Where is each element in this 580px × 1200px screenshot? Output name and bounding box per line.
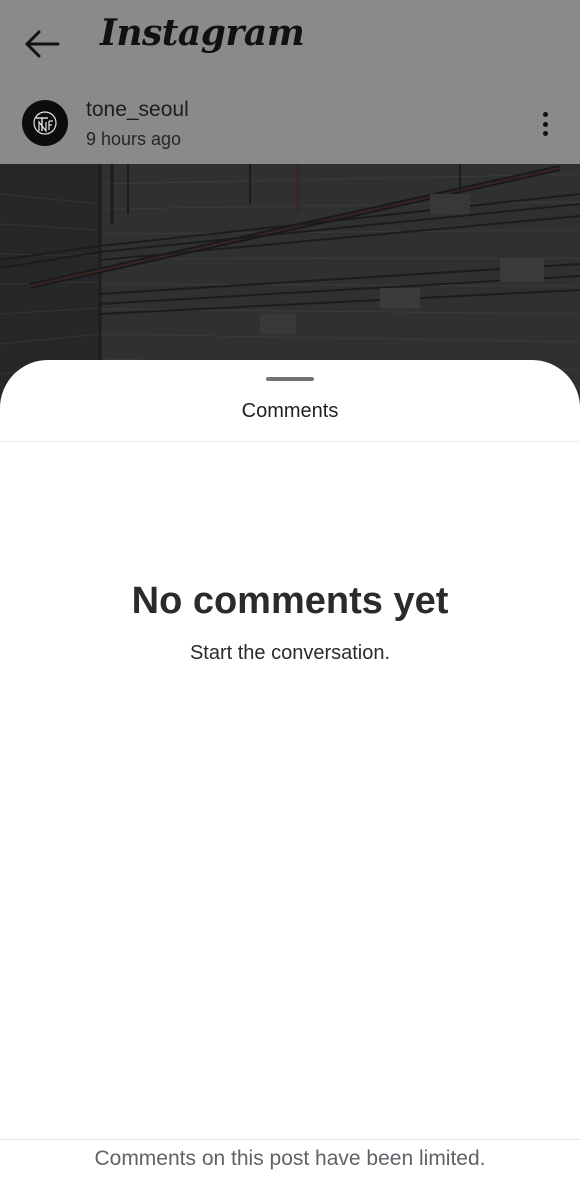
post-header: tone_seoul 9 hours ago bbox=[0, 88, 580, 164]
brand-logo-icon bbox=[33, 111, 57, 135]
empty-state-subtitle: Start the conversation. bbox=[189, 642, 391, 664]
screen: Instagram tone_seoul 9 hours ago Comment… bbox=[0, 0, 580, 1200]
post-username[interactable]: tone_seoul bbox=[86, 98, 189, 122]
back-button[interactable] bbox=[22, 26, 62, 62]
avatar[interactable] bbox=[22, 100, 68, 146]
post-timestamp: 9 hours ago bbox=[86, 129, 182, 149]
drag-handle[interactable] bbox=[266, 377, 314, 381]
comments-limited-notice: Comments on this post have been limited. bbox=[94, 1147, 486, 1170]
divider bbox=[0, 441, 580, 442]
arrow-left-icon bbox=[25, 30, 60, 58]
empty-state-title: No comments yet bbox=[131, 580, 449, 622]
top-app-bar: Instagram bbox=[0, 0, 580, 88]
app-title: Instagram bbox=[100, 12, 305, 54]
comments-bottom-sheet: Comments No comments yet Start the conve… bbox=[0, 360, 580, 1200]
more-vertical-icon bbox=[542, 112, 548, 117]
more-options-button[interactable] bbox=[532, 108, 558, 140]
sheet-title: Comments bbox=[241, 400, 339, 422]
footer-divider bbox=[0, 1139, 580, 1140]
